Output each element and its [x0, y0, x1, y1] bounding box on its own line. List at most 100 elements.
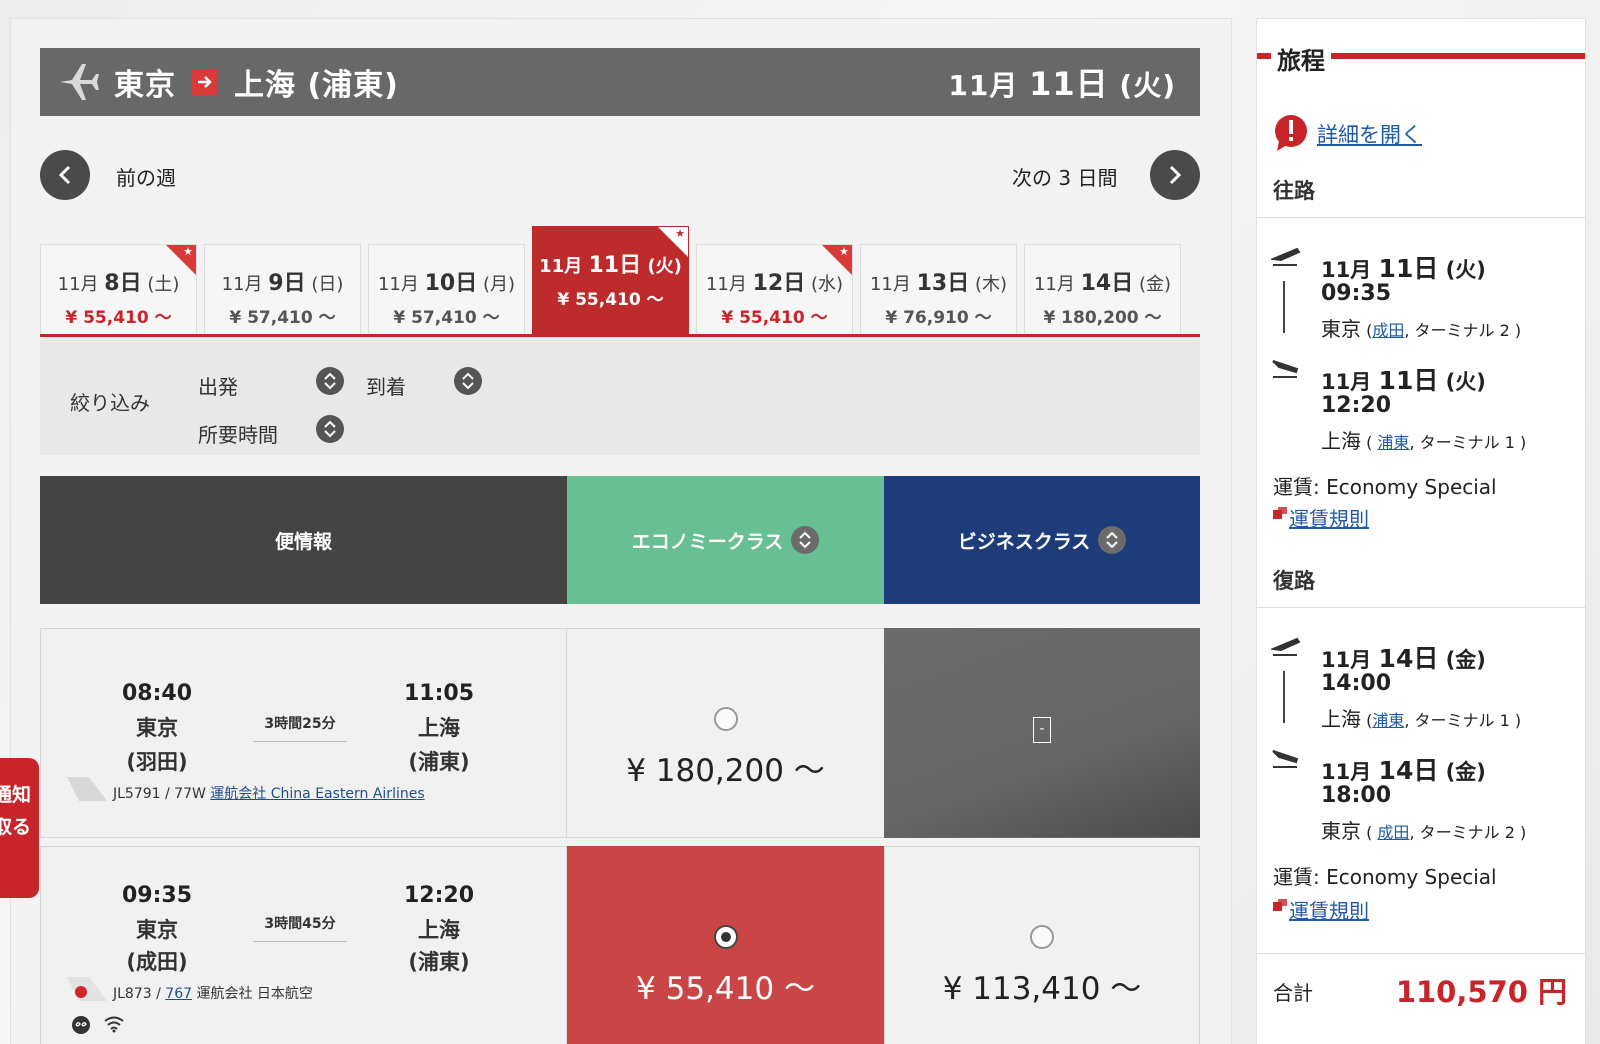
prev-week-button[interactable] [40, 150, 90, 200]
business-radio[interactable] [1030, 925, 1054, 949]
alert-icon [1275, 115, 1307, 151]
date-tab[interactable]: 11月 13日 (木) ¥ 76,910 ～ [860, 244, 1017, 336]
economy-sort-button[interactable] [791, 526, 820, 554]
date-tab-day: 14日 [1080, 271, 1134, 296]
return-departure-time: 14:00 [1321, 671, 1392, 696]
flight-meta: JL873 / 767 運航会社 日本航空 [113, 983, 313, 1003]
duration-sort-button[interactable] [316, 415, 344, 443]
date-tab-date: 11月 13日 (木) [861, 265, 1016, 297]
date-tab-price: ¥ 180,200 ～ [1043, 308, 1162, 328]
date-day: 11日 [1378, 254, 1439, 283]
economy-label: エコノミークラス [631, 530, 784, 553]
chevron-left-icon [58, 165, 71, 185]
sort-icon [1106, 531, 1119, 549]
operator-text: 運航会社 日本航空 [192, 986, 313, 1002]
date-tab-price: ¥ 55,410 ～ [721, 308, 828, 328]
fare-rule-icon [1273, 899, 1287, 911]
outbound-departure-date: 11月 11日 (火) [1321, 249, 1486, 285]
economy-radio[interactable] [713, 707, 738, 731]
outbound-fare-rule[interactable]: 運賃規則 [1273, 503, 1369, 532]
date-tab[interactable]: 11月 8日 (土) ¥ 55,410 ～ ★ [40, 244, 197, 336]
date-weekday: (金) [1438, 648, 1486, 672]
chevron-right-icon [1169, 165, 1182, 185]
fare-rule-icon [1273, 507, 1287, 519]
business-sort-button[interactable] [1098, 526, 1127, 554]
filter-area: 絞り込み 出発 到着 所要時間 [40, 337, 1200, 455]
departure-sort-button[interactable] [316, 367, 344, 395]
airport-link[interactable]: 成田 [1372, 321, 1404, 340]
airport-link[interactable]: 浦東 [1377, 433, 1409, 452]
arrival-city: 上海 [418, 716, 460, 740]
filter-title: 絞り込み [70, 391, 150, 415]
fare-rule-link[interactable]: 運賃規則 [1289, 507, 1369, 531]
aircraft-link[interactable]: 767 [165, 986, 192, 1002]
route-date: 11月 11日 (火) [948, 59, 1176, 105]
operator-name: China Eastern Airlines [270, 786, 425, 802]
business-header: ビジネスクラス [884, 476, 1200, 604]
economy-fare-cell[interactable]: ¥ 180,200 ～ [567, 628, 884, 838]
economy-price: ¥ 55,410 ～ [636, 971, 815, 1007]
place-city: 東京 [1321, 819, 1361, 843]
business-fare-cell[interactable]: ¥ 113,410 ～ [884, 846, 1200, 1044]
airplane-icon [60, 64, 99, 100]
date-tab[interactable]: 11月 11日 (火) ¥ 55,410 ～ ★ [532, 226, 689, 336]
date-tab-day: 10日 [424, 271, 478, 296]
economy-fare-cell-selected[interactable]: ¥ 55,410 ～ [567, 846, 884, 1044]
seat-service-icon [72, 1016, 90, 1034]
date-tab[interactable]: 11月 10日 (月) ¥ 57,410 ～ [368, 244, 525, 336]
star-icon: ★ [675, 227, 685, 240]
flight-info-cell: 09:35 東京 (成田) 3時間45分 12:20 上海 (浦東) JL873… [40, 846, 567, 1044]
operator-link[interactable]: 運航会社 China Eastern Airlines [210, 786, 424, 802]
economy-header: エコノミークラス [567, 476, 884, 604]
outbound-departure-time: 09:35 [1321, 281, 1392, 306]
airline-tail-icon [67, 777, 107, 801]
prev-week-label[interactable]: 前の週 [116, 162, 176, 191]
flight-meta: JL5791 / 77W 運航会社 China Eastern Airlines [113, 783, 425, 803]
date-tab[interactable]: 11月 9日 (日) ¥ 57,410 ～ [204, 244, 361, 336]
date-tab-date: 11月 9日 (日) [205, 265, 360, 297]
departure-city: 東京 [136, 918, 178, 942]
filter-duration-label: 所要時間 [198, 423, 278, 447]
fare-rule-link[interactable]: 運賃規則 [1289, 899, 1369, 923]
date-tab-month: 11月 [377, 274, 419, 295]
flight-row: 09:35 東京 (成田) 3時間45分 12:20 上海 (浦東) JL873… [40, 846, 1200, 1044]
next-days-button[interactable] [1150, 150, 1200, 200]
sort-icon [462, 372, 474, 390]
notify-line-1: 通知 [0, 784, 31, 806]
place-city: 東京 [1321, 317, 1361, 341]
terminal: ターミナル 2 [1414, 321, 1510, 340]
date-weekday: (火) [1438, 258, 1486, 282]
date-tab[interactable]: 11月 14日 (金) ¥ 180,200 ～ [1024, 244, 1181, 336]
divider [1257, 953, 1585, 954]
open-details-link[interactable]: 詳細を開く [1317, 119, 1422, 149]
flight-row: 08:40 東京 (羽田) 3時間25分 11:05 上海 (浦東) JL579… [40, 628, 1200, 838]
date-tab-price: ¥ 57,410 ～ [393, 308, 500, 328]
date-tab-weekday: (水) [810, 274, 844, 295]
outbound-arrival-time: 12:20 [1321, 393, 1392, 418]
arrival-sort-button[interactable] [454, 367, 482, 395]
date-tab-price: ¥ 57,410 ～ [229, 308, 336, 328]
outbound-fare: 運賃: Economy Special [1273, 475, 1497, 499]
total-price: 110,570 円 [1395, 975, 1567, 1009]
terminal: ターミナル 2 [1419, 823, 1515, 842]
itinerary-panel: 旅程 詳細を開く 往路 11月 11日 (火) 09:35 東京 (成田, ター… [1256, 18, 1586, 1044]
date-month: 11月 [1321, 648, 1379, 672]
date-tab-month: 11月 [539, 256, 583, 277]
filter-arrival-label: 到着 [366, 375, 406, 399]
notification-tab[interactable]: 通知 取る [0, 758, 39, 898]
sort-icon [799, 531, 812, 549]
filter-departure-label: 出発 [198, 375, 238, 399]
airport-link[interactable]: 成田 [1377, 823, 1409, 842]
date-tab[interactable]: 11月 12日 (水) ¥ 55,410 ～ ★ [696, 244, 853, 336]
arrival-time: 11:05 [403, 681, 475, 706]
airport-link[interactable]: 浦東 [1372, 711, 1404, 730]
business-fare-cell-unavailable: - [884, 628, 1200, 838]
date-tab-date: 11月 14日 (金) [1025, 265, 1180, 297]
economy-radio-checked[interactable] [713, 925, 738, 949]
date-month: 11月 [1321, 760, 1379, 784]
next-days-label[interactable]: 次の 3 日間 [1012, 162, 1117, 191]
departure-time: 09:35 [121, 883, 193, 908]
date-weekday: (金) [1438, 760, 1486, 784]
return-fare-rule[interactable]: 運賃規則 [1273, 895, 1369, 924]
sort-icon [324, 372, 336, 390]
